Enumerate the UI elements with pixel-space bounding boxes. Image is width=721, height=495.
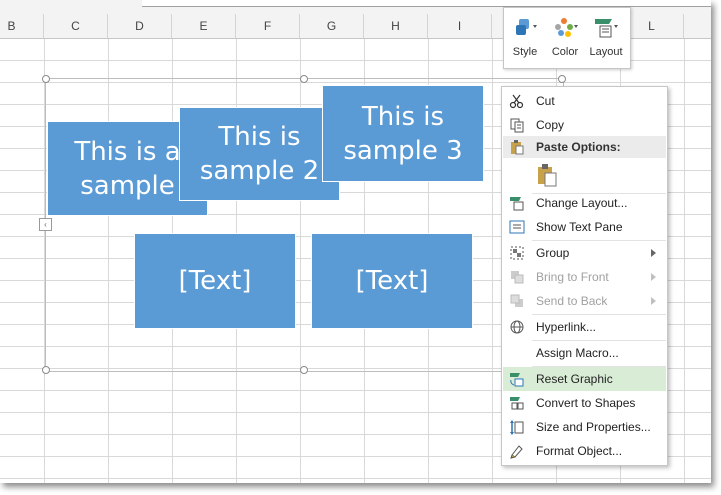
menu-label-size-and-properties: Size and Properties...: [536, 420, 651, 434]
smartart-shape-3[interactable]: This is sample 3: [322, 85, 484, 182]
menu-item-reset-graphic[interactable]: Reset Graphic: [503, 367, 666, 391]
menu-item-convert-to-shapes[interactable]: Convert to Shapes: [503, 391, 666, 415]
menu-label-hyperlink: Hyperlink...: [536, 320, 597, 334]
menu-item-copy[interactable]: Copy: [503, 113, 666, 137]
layout-label: Layout: [589, 46, 623, 58]
menu-label-bring-to-front: Bring to Front: [536, 270, 609, 284]
menu-label-group: Group: [536, 246, 570, 260]
menu-label-change-layout: Change Layout...: [536, 196, 628, 210]
resize-handle[interactable]: [300, 366, 308, 374]
resize-handle[interactable]: [300, 75, 308, 83]
reset-graphic-icon: [510, 373, 524, 387]
menu-item-hyperlink[interactable]: Hyperlink...: [503, 315, 666, 339]
convert-to-shapes-icon: [510, 397, 524, 410]
send-to-back-icon: [510, 294, 523, 307]
group-icon: [510, 246, 524, 260]
submenu-arrow-icon: [651, 249, 656, 257]
size-properties-icon: [510, 420, 524, 435]
color-label: Color: [551, 46, 579, 58]
submenu-arrow-icon: [651, 297, 656, 305]
menu-item-send-to-back: Send to Back: [503, 289, 666, 313]
formula-bar-edge: [142, 0, 711, 7]
menu-item-cut[interactable]: Cut: [503, 89, 666, 113]
menu-label-assign-macro: Assign Macro...: [536, 346, 619, 360]
style-label: Style: [512, 46, 538, 58]
smartart-shape-2[interactable]: This is sample 2: [179, 107, 340, 201]
layout-button[interactable]: Layout: [586, 12, 626, 66]
context-menu: Cut Copy Paste Options: Change Layout...…: [501, 86, 668, 466]
column-header-e[interactable]: E: [172, 14, 236, 38]
paste-options-header: Paste Options:: [503, 136, 666, 158]
menu-label-copy: Copy: [536, 118, 565, 132]
clipboard-icon: [511, 140, 524, 155]
color-button[interactable]: Color: [545, 12, 585, 66]
layout-icon: [595, 19, 618, 38]
change-layout-icon: [510, 197, 524, 211]
column-header-i[interactable]: I: [428, 14, 492, 38]
hyperlink-icon: [510, 320, 524, 334]
copy-icon: [510, 118, 524, 133]
excel-window: B C D E F G H I L ‹ This is a sample Thi…: [0, 0, 711, 483]
menu-item-bring-to-front: Bring to Front: [503, 265, 666, 289]
smartart-mini-toolbar: Style Color Layout: [503, 7, 631, 69]
menu-item-show-text-pane[interactable]: Show Text Pane: [503, 215, 666, 239]
menu-item-change-layout[interactable]: Change Layout...: [503, 191, 666, 215]
resize-handle[interactable]: [42, 366, 50, 374]
style-icon: [516, 19, 537, 35]
column-header-h[interactable]: H: [364, 14, 428, 38]
resize-handle[interactable]: [42, 75, 50, 83]
menu-label-reset-graphic: Reset Graphic: [536, 372, 613, 386]
menu-item-format-object[interactable]: Format Object...: [503, 439, 666, 463]
text-pane-expander-icon[interactable]: ‹: [39, 218, 52, 231]
column-header-f[interactable]: F: [236, 14, 300, 38]
bring-to-front-icon: [511, 271, 524, 284]
menu-item-assign-macro[interactable]: Assign Macro...: [503, 341, 666, 365]
style-button[interactable]: Style: [505, 12, 545, 66]
color-icon: [555, 18, 578, 37]
column-header-g[interactable]: G: [300, 14, 364, 38]
scissors-icon: [509, 94, 524, 109]
menu-label-cut: Cut: [536, 94, 555, 108]
menu-item-group[interactable]: Group: [503, 241, 666, 265]
menu-label-format-object: Format Object...: [536, 444, 623, 458]
menu-label-show-text-pane: Show Text Pane: [536, 220, 623, 234]
smartart-shape-5[interactable]: [Text]: [311, 233, 473, 329]
column-header-d[interactable]: D: [108, 14, 172, 38]
paste-keep-source-icon[interactable]: [535, 163, 559, 187]
menu-item-size-and-properties[interactable]: Size and Properties...: [503, 415, 666, 439]
submenu-arrow-icon: [651, 273, 656, 281]
menu-label-convert-to-shapes: Convert to Shapes: [536, 396, 636, 410]
column-header-b[interactable]: B: [0, 14, 44, 38]
format-object-icon: [510, 445, 523, 459]
resize-handle[interactable]: [558, 75, 566, 83]
smartart-shape-4[interactable]: [Text]: [134, 233, 296, 329]
column-header-c[interactable]: C: [44, 14, 108, 38]
text-pane-icon: [509, 220, 525, 234]
menu-label-send-to-back: Send to Back: [536, 294, 608, 308]
paste-options-label: Paste Options:: [536, 140, 621, 154]
